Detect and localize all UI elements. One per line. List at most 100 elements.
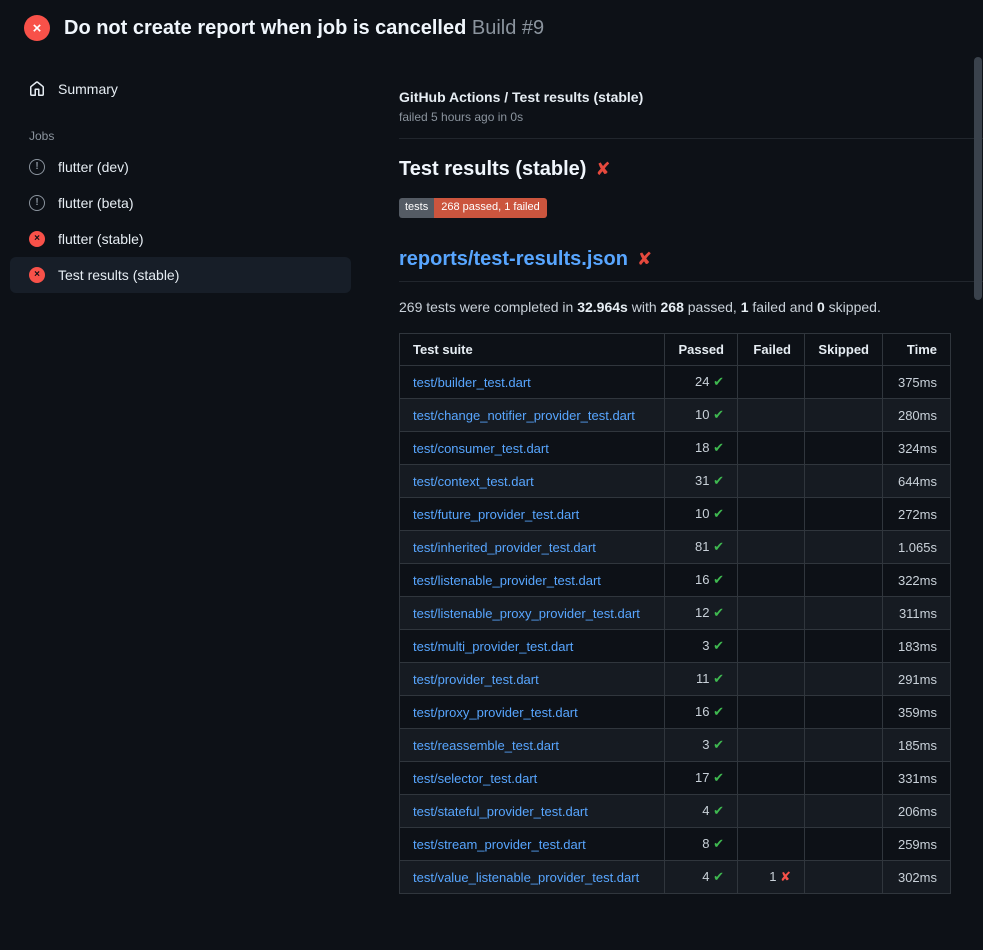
cross-mark-icon: ✘ — [595, 159, 610, 180]
time-cell: 291ms — [883, 663, 951, 696]
x-glyph: × — [33, 21, 42, 36]
skipped-cell — [805, 828, 883, 861]
job-label: flutter (dev) — [58, 159, 129, 175]
passed-cell: 16 ✔ — [665, 696, 738, 729]
results-table: Test suitePassedFailedSkippedTime test/b… — [399, 333, 951, 894]
check-icon: ✔ — [713, 506, 724, 521]
time-cell: 272ms — [883, 498, 951, 531]
failed-cell — [738, 828, 805, 861]
failed-cell — [738, 498, 805, 531]
test-suite-link[interactable]: test/future_provider_test.dart — [413, 507, 579, 522]
sidebar-item-flutter-stable[interactable]: × flutter (stable) — [10, 221, 351, 257]
table-row: test/value_listenable_provider_test.dart… — [400, 861, 951, 894]
check-icon: ✔ — [713, 869, 724, 884]
table-row: test/change_notifier_provider_test.dart1… — [400, 399, 951, 432]
passed-count: 8 — [702, 836, 713, 851]
table-row: test/proxy_provider_test.dart16 ✔359ms — [400, 696, 951, 729]
column-header-passed: Passed — [665, 334, 738, 366]
test-suite-link[interactable]: test/stream_provider_test.dart — [413, 837, 586, 852]
job-label: flutter (stable) — [58, 231, 144, 247]
test-suite-link[interactable]: test/multi_provider_test.dart — [413, 639, 573, 654]
failed-cell — [738, 795, 805, 828]
test-suite-link[interactable]: test/listenable_proxy_provider_test.dart — [413, 606, 640, 621]
failed-cell — [738, 696, 805, 729]
test-suite-link[interactable]: test/builder_test.dart — [413, 375, 531, 390]
passed-count: 4 — [702, 869, 713, 884]
test-suite-cell: test/value_listenable_provider_test.dart — [400, 861, 665, 894]
summary-suffix: skipped. — [825, 299, 881, 315]
test-suite-cell: test/consumer_test.dart — [400, 432, 665, 465]
job-label: flutter (beta) — [58, 195, 133, 211]
time-cell: 1.065s — [883, 531, 951, 564]
sidebar: Summary Jobs !flutter (dev)!flutter (bet… — [0, 53, 399, 293]
skipped-cell — [805, 465, 883, 498]
test-suite-link[interactable]: test/consumer_test.dart — [413, 441, 549, 456]
summary-time: 32.964s — [577, 299, 628, 315]
time-cell: 302ms — [883, 861, 951, 894]
report-link[interactable]: reports/test-results.json — [399, 248, 628, 271]
test-suite-link[interactable]: test/selector_test.dart — [413, 771, 537, 786]
test-suite-link[interactable]: test/context_test.dart — [413, 474, 534, 489]
time-cell: 644ms — [883, 465, 951, 498]
summary-failed: 1 — [741, 299, 749, 315]
passed-count: 11 — [696, 671, 713, 686]
skipped-cell — [805, 729, 883, 762]
passed-count: 24 — [695, 374, 713, 389]
test-suite-cell: test/reassemble_test.dart — [400, 729, 665, 762]
check-icon: ✔ — [713, 671, 724, 686]
check-title: Do not create report when job is cancell… — [64, 17, 466, 39]
check-icon: ✔ — [713, 440, 724, 455]
test-suite-link[interactable]: test/proxy_provider_test.dart — [413, 705, 578, 720]
table-row: test/future_provider_test.dart10 ✔272ms — [400, 498, 951, 531]
main-panel: GitHub Actions / Test results (stable) f… — [399, 53, 983, 894]
time-cell: 324ms — [883, 432, 951, 465]
failed-cell — [738, 762, 805, 795]
skipped-cell — [805, 630, 883, 663]
test-suite-link[interactable]: test/reassemble_test.dart — [413, 738, 559, 753]
test-suite-cell: test/future_provider_test.dart — [400, 498, 665, 531]
time-cell: 259ms — [883, 828, 951, 861]
skipped-cell — [805, 498, 883, 531]
check-icon: ✔ — [713, 374, 724, 389]
test-suite-link[interactable]: test/provider_test.dart — [413, 672, 539, 687]
failed-cell — [738, 630, 805, 663]
check-run-page: × Do not create report when job is cance… — [0, 0, 983, 894]
skipped-cell — [805, 432, 883, 465]
jobs-heading: Jobs — [10, 107, 351, 149]
test-suite-link[interactable]: test/change_notifier_provider_test.dart — [413, 408, 635, 423]
sidebar-item-test-results-stable[interactable]: ×Test results (stable) — [10, 257, 351, 293]
summary-skipped: 0 — [817, 299, 825, 315]
vertical-scrollbar[interactable] — [974, 57, 982, 300]
skipped-cell — [805, 861, 883, 894]
test-suite-link[interactable]: test/listenable_provider_test.dart — [413, 573, 601, 588]
test-suite-cell: test/stateful_provider_test.dart — [400, 795, 665, 828]
test-suite-cell: test/provider_test.dart — [400, 663, 665, 696]
test-suite-link[interactable]: test/inherited_provider_test.dart — [413, 540, 596, 555]
section-title-text: Test results (stable) — [399, 158, 586, 181]
test-suite-cell: test/listenable_proxy_provider_test.dart — [400, 597, 665, 630]
job-label: Test results (stable) — [58, 267, 179, 283]
sidebar-item-flutter-dev[interactable]: !flutter (dev) — [10, 149, 351, 185]
passed-cell: 4 ✔ — [665, 861, 738, 894]
check-icon: ✔ — [713, 407, 724, 422]
sidebar-summary-label: Summary — [58, 81, 118, 97]
passed-cell: 16 ✔ — [665, 564, 738, 597]
test-suite-link[interactable]: test/value_listenable_provider_test.dart — [413, 870, 639, 885]
passed-cell: 4 ✔ — [665, 795, 738, 828]
check-icon: ✔ — [713, 770, 724, 785]
status-line: failed 5 hours ago in 0s — [399, 110, 951, 124]
check-icon: ✔ — [713, 539, 724, 554]
skipped-cell — [805, 531, 883, 564]
failed-cell — [738, 399, 805, 432]
test-suite-link[interactable]: test/stateful_provider_test.dart — [413, 804, 588, 819]
failed-cell — [738, 597, 805, 630]
passed-count: 31 — [695, 473, 713, 488]
summary-prefix: 269 tests were completed in — [399, 299, 577, 315]
results-table-body: test/builder_test.dart24 ✔375mstest/chan… — [400, 366, 951, 894]
sidebar-item-flutter-beta[interactable]: !flutter (beta) — [10, 185, 351, 221]
x-circle-fill-icon: × — [29, 231, 45, 247]
sidebar-item-summary[interactable]: Summary — [10, 71, 351, 107]
table-row: test/builder_test.dart24 ✔375ms — [400, 366, 951, 399]
page-title: Do not create report when job is cancell… — [64, 17, 544, 40]
table-row: test/context_test.dart31 ✔644ms — [400, 465, 951, 498]
